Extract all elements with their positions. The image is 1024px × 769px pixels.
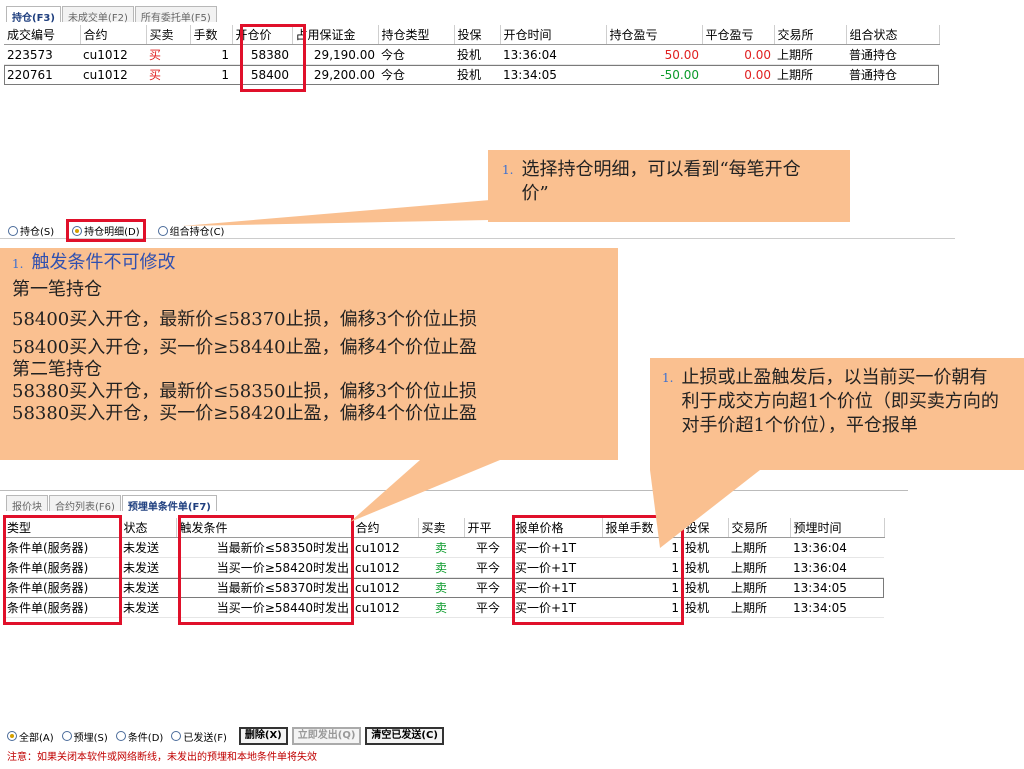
callout-2-line: 58400买入开仓，买一价≥58440止盈，偏移4个价位止盈	[12, 337, 478, 358]
callout-2-title: 触发条件不可修改	[31, 252, 176, 273]
callout-trigger-not-editable: 1. 触发条件不可修改 第一笔持仓 58400买入开仓，最新价≤58370止损，…	[0, 248, 618, 460]
callout-2-line: 第一笔持仓	[12, 279, 102, 300]
callout-3-text: 止损或止盈触发后，以当前买一价朝有利于成交方向超1个价位（即买卖方向的对手价超1…	[681, 367, 999, 436]
callout-2-number: 1.	[12, 257, 24, 271]
callout-2-line: 58380买入开仓，最新价≤58350止损，偏移3个价位止损	[12, 381, 478, 402]
callout-3-number: 1.	[662, 371, 674, 385]
callout-2-line: 58380买入开仓，买一价≥58420止盈，偏移4个价位止盈	[12, 403, 478, 424]
callout-2-line: 58400买入开仓，最新价≤58370止损，偏移3个价位止损	[12, 309, 478, 330]
callout-2-line: 第二笔持仓	[12, 359, 102, 380]
callout-close-order-explanation: 1. 止损或止盈触发后，以当前买一价朝有利于成交方向超1个价位（即买卖方向的对手…	[650, 358, 1024, 470]
